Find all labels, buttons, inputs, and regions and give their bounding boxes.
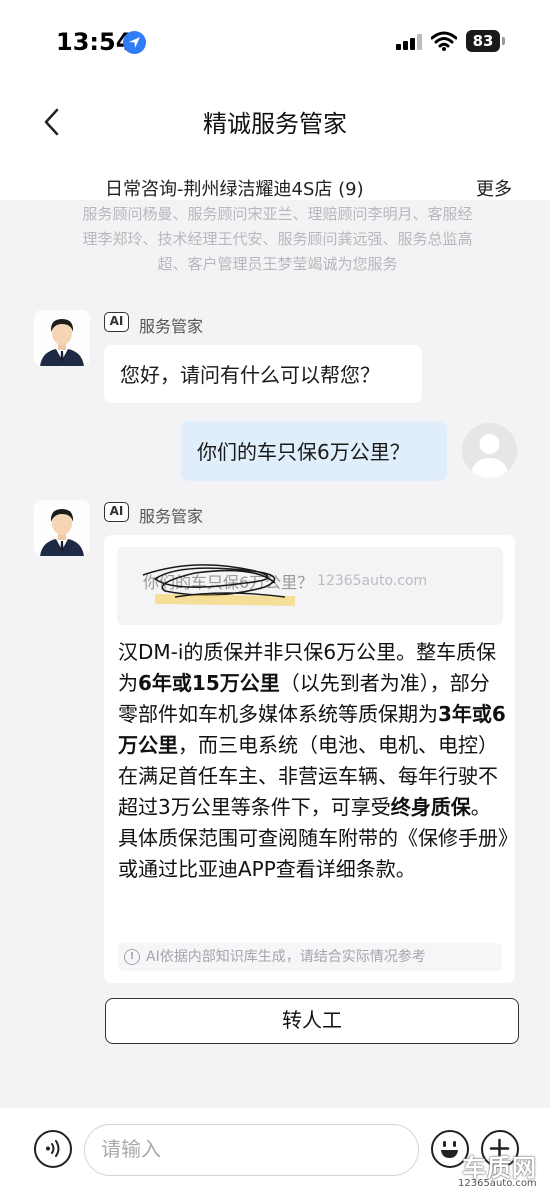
user-message: 你们的车只保6万公里？ [181,421,447,481]
back-arrow-icon[interactable] [40,107,70,137]
quote-watermark: 12365auto.com [317,573,428,589]
ai-badge: AI [104,502,129,522]
status-bar: 13:54 83 [0,0,550,80]
redaction-scribble [142,564,296,606]
staff-line: 理李郑玲、技术经理王代安、服务顾问龚远强、服务总监高 [82,230,473,248]
answer-text: 汉DM-i的质保并非只保6万公里。整车质保为6年或15万公里（以先到者为准），部… [118,637,508,885]
voice-input-icon[interactable] [34,1130,72,1168]
status-time: 13:54 [56,28,133,56]
store-name[interactable]: 日常咨询-荆州绿洁耀迪4S店 (9) [105,175,364,201]
wifi-icon [430,31,458,55]
bot-message-answer: 你们的车只保6万公里？ 12365auto.com 汉DM-i的质保并非只保6万… [104,535,515,983]
staff-line: 超、客户管理员王梦莹竭诚为您服务 [157,255,398,273]
info-icon: ! [124,949,140,965]
bot-avatar [34,310,90,366]
ai-disclaimer: ! AI依据内部知识库生成，请结合实际情况参考 [118,943,502,971]
site-watermark: 车质网 12365auto.com [458,1148,550,1192]
quoted-question: 你们的车只保6万公里？ 12365auto.com [117,547,503,625]
battery-indicator: 83 [466,30,500,52]
cellular-signal-icon [396,34,424,50]
location-arrow-icon [123,31,146,54]
page-title: 精诚服务管家 [203,110,347,138]
watermark-url: 12365auto.com [458,1178,537,1189]
header-area: 13:54 83 精诚服务管家 日常咨询-荆州绿洁耀迪4S店 (9) 更多 [0,0,550,200]
message-input[interactable]: 请输入 [84,1124,419,1176]
battery-cap [502,37,505,45]
answer-bold: 终身质保 [390,795,471,819]
transfer-to-human-button[interactable]: 转人工 [105,998,519,1044]
bot-name: 服务管家 [139,317,204,336]
user-avatar [462,423,517,478]
staff-list: 服务顾问杨曼、服务顾问宋亚兰、理赔顾问李明月、客服经 理李郑玲、技术经理王代安、… [55,202,500,277]
store-bar: 日常咨询-荆州绿洁耀迪4S店 (9) 更多 [0,173,550,203]
bot-message-greeting: 您好，请问有什么可以帮您？ [104,345,422,403]
disclaimer-text: AI依据内部知识库生成，请结合实际情况参考 [146,949,426,965]
staff-line: 服务顾问杨曼、服务顾问宋亚兰、理赔顾问李明月、客服经 [82,205,473,223]
ai-badge: AI [104,312,129,332]
bot-name: 服务管家 [139,507,204,526]
more-link[interactable]: 更多 [476,175,512,201]
nav-bar: 精诚服务管家 [0,90,550,154]
bot-avatar [34,500,90,556]
answer-bold: 6年或15万公里 [138,671,280,695]
